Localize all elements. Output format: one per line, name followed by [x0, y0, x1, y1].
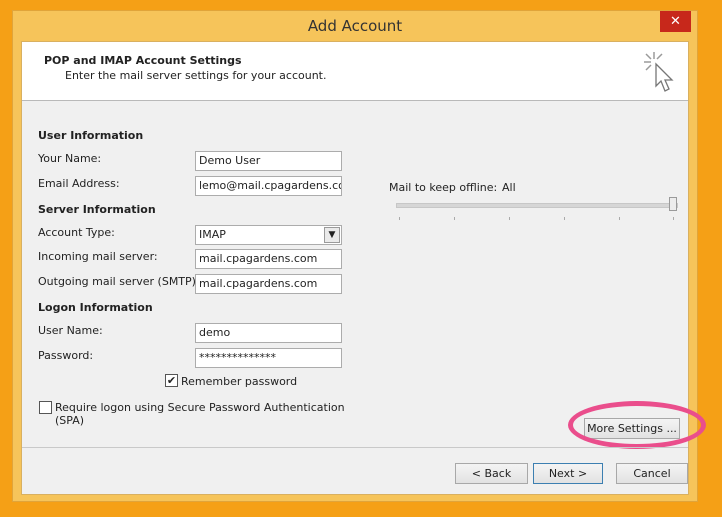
cancel-button[interactable]: Cancel [616, 463, 688, 484]
server-info-heading: Server Information [38, 203, 156, 216]
spa-checkbox[interactable] [39, 401, 52, 414]
close-icon: ✕ [670, 14, 681, 29]
account-type-value: IMAP [199, 228, 226, 241]
window-title: Add Account [307, 17, 403, 35]
remember-password-label: Remember password [181, 375, 298, 388]
mail-offline-slider-track[interactable] [396, 203, 678, 208]
email-address-field[interactable]: lemo@mail.cpagardens.com [195, 176, 342, 196]
user-name-label: User Name: [38, 324, 103, 337]
close-button[interactable]: ✕ [660, 11, 691, 32]
password-label: Password: [38, 349, 94, 362]
header-subtitle: Enter the mail server settings for your … [65, 69, 327, 82]
next-button[interactable]: Next > [533, 463, 603, 484]
mail-offline-label: Mail to keep offline: [389, 181, 498, 194]
check-icon: ✔ [166, 374, 177, 387]
slider-tick [673, 217, 674, 220]
slider-tick [399, 217, 400, 220]
mail-offline-value: All [502, 181, 516, 194]
slider-tick [619, 217, 620, 220]
your-name-label: Your Name: [38, 152, 102, 165]
spa-label-line1: Require logon using Secure Password Auth… [55, 401, 345, 414]
cursor-click-icon [644, 52, 674, 92]
logon-info-heading: Logon Information [38, 301, 153, 314]
spa-label-line2: (SPA) [55, 414, 85, 427]
outgoing-server-label: Outgoing mail server (SMTP): [38, 275, 200, 288]
footer-divider [22, 447, 688, 448]
password-field[interactable]: ************** [195, 348, 342, 368]
back-button[interactable]: < Back [455, 463, 528, 484]
incoming-server-field[interactable]: mail.cpagardens.com [195, 249, 342, 269]
email-address-label: Email Address: [38, 177, 120, 190]
account-type-label: Account Type: [38, 226, 115, 239]
mail-offline-slider-thumb[interactable] [669, 197, 677, 211]
title-bar[interactable]: Add Account ✕ [13, 11, 697, 41]
header-title: POP and IMAP Account Settings [44, 54, 242, 67]
user-info-heading: User Information [38, 129, 144, 142]
more-settings-button[interactable]: More Settings ... [584, 418, 680, 439]
incoming-server-label: Incoming mail server: [38, 250, 158, 263]
slider-tick [509, 217, 510, 220]
chevron-down-icon[interactable]: ▼ [324, 227, 340, 243]
outgoing-server-field[interactable]: mail.cpagardens.com [195, 274, 342, 294]
slider-tick [454, 217, 455, 220]
account-type-select[interactable]: IMAP ▼ [195, 225, 342, 245]
user-name-field[interactable]: demo [195, 323, 342, 343]
dialog-client-area: POP and IMAP Account Settings Enter the … [21, 41, 706, 495]
slider-tick [564, 217, 565, 220]
dialog-header: POP and IMAP Account Settings Enter the … [22, 42, 688, 101]
add-account-dialog: Add Account ✕ POP and IMAP Account Setti… [12, 10, 706, 502]
remember-password-checkbox[interactable]: ✔ [165, 374, 178, 387]
your-name-field[interactable]: Demo User [195, 151, 342, 171]
